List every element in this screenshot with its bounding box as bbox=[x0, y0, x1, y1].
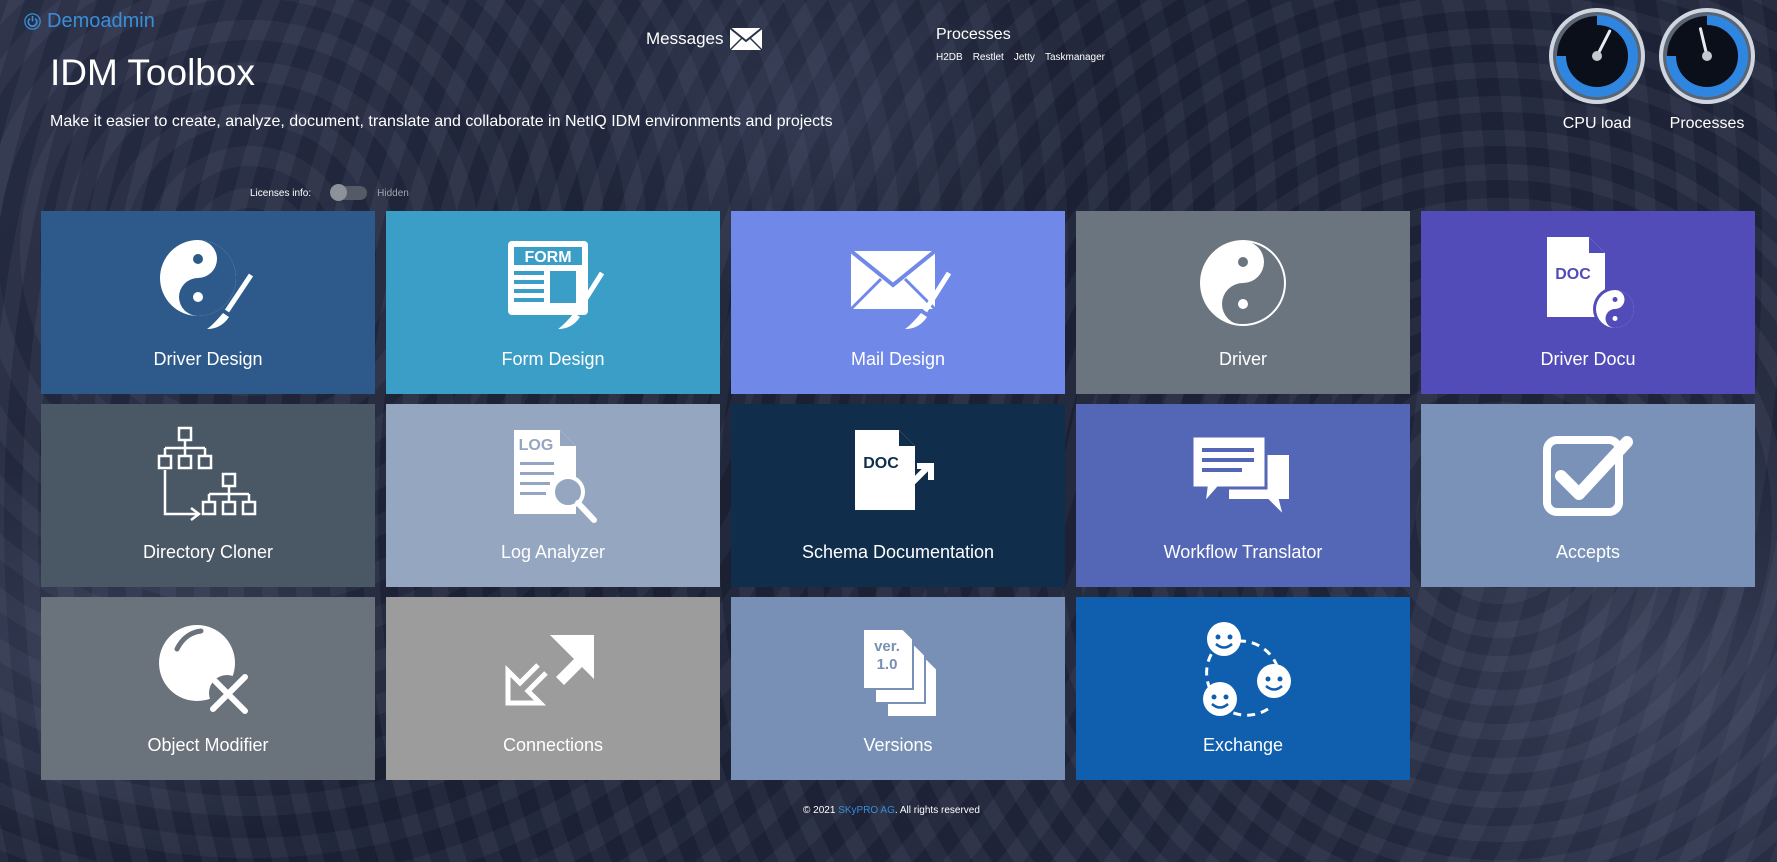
company-link[interactable]: SKyPRO AG bbox=[838, 805, 895, 816]
username[interactable]: Demoadmin bbox=[47, 10, 155, 33]
tile-label: Directory Cloner bbox=[142, 542, 274, 562]
tile-driver-docu[interactable]: DOC Driver Docu bbox=[1421, 211, 1755, 394]
messages-label: Messages bbox=[646, 29, 724, 48]
svg-text:DOC: DOC bbox=[863, 455, 899, 472]
process-link-jetty[interactable]: Jetty bbox=[1014, 52, 1035, 63]
footer: © 2021 SKyPRO AG. All rights reserved bbox=[803, 805, 980, 816]
people-exchange-icon bbox=[1203, 622, 1291, 717]
processes-gauge-label: Processes bbox=[1669, 115, 1745, 132]
processes-panel: Processes H2DB Restlet Jetty Taskmanager bbox=[936, 26, 1105, 63]
chat-bubbles-icon bbox=[1190, 434, 1291, 520]
tile-label: Mail Design bbox=[850, 349, 946, 369]
page-title: IDM Toolbox bbox=[50, 52, 255, 93]
svg-text:DOC: DOC bbox=[1555, 266, 1591, 283]
sphere-tools-icon bbox=[159, 625, 248, 714]
processes-title: Processes bbox=[936, 26, 1011, 43]
envelope-icon bbox=[729, 27, 764, 51]
versions-icon: ver. 1.0 bbox=[862, 628, 938, 718]
tile-schema-documentation[interactable]: DOC Schema Documentation bbox=[731, 404, 1065, 587]
licenses-info: Licenses info: Hidden bbox=[250, 184, 409, 201]
gauge-dial-icon bbox=[1659, 8, 1755, 104]
yin-yang-icon bbox=[1200, 240, 1286, 326]
doc-yin-yang-icon: DOC bbox=[1547, 237, 1637, 331]
tile-mail-design[interactable]: Mail Design bbox=[731, 211, 1065, 394]
gauge-dial-icon bbox=[1549, 8, 1645, 104]
arrows-expand-icon bbox=[505, 635, 594, 706]
tile-object-modifier[interactable]: Object Modifier bbox=[41, 597, 375, 780]
tile-accepts[interactable]: Accepts bbox=[1421, 404, 1755, 587]
svg-text:1.0: 1.0 bbox=[877, 656, 898, 673]
tile-label: Exchange bbox=[1202, 735, 1284, 755]
tile-directory-cloner[interactable]: Directory Cloner bbox=[41, 404, 375, 587]
tile-versions[interactable]: ver. 1.0 Versions bbox=[731, 597, 1065, 780]
licenses-state: Hidden bbox=[377, 187, 409, 199]
tile-label: Driver Docu bbox=[1540, 349, 1636, 369]
tile-label: Versions bbox=[863, 735, 933, 755]
processes-gauge: Processes bbox=[1652, 6, 1762, 133]
tile-label: Schema Documentation bbox=[801, 542, 995, 562]
cpu-load-gauge: CPU load bbox=[1542, 6, 1652, 133]
tile-label: Driver bbox=[1219, 349, 1267, 369]
svg-text:FORM: FORM bbox=[524, 249, 571, 266]
page-subtitle: Make it easier to create, analyze, docum… bbox=[50, 113, 833, 130]
tile-driver-design[interactable]: Driver Design bbox=[41, 211, 375, 394]
svg-text:LOG: LOG bbox=[519, 437, 554, 454]
licenses-label: Licenses info: bbox=[250, 187, 312, 199]
tool-grid: Driver Design FORM Form Design Mail Desi… bbox=[41, 211, 1755, 780]
tile-label: Workflow Translator bbox=[1163, 542, 1323, 562]
doc-export-icon: DOC bbox=[855, 430, 934, 510]
form-brush-icon: FORM bbox=[508, 241, 605, 329]
tile-label: Object Modifier bbox=[147, 735, 269, 755]
tile-connections[interactable]: Connections bbox=[386, 597, 720, 780]
tile-label: Log Analyzer bbox=[500, 542, 606, 562]
tile-workflow-translator[interactable]: Workflow Translator bbox=[1076, 404, 1410, 587]
cpu-load-label: CPU load bbox=[1562, 115, 1632, 132]
tile-label: Driver Design bbox=[153, 349, 263, 369]
tile-form-design[interactable]: FORM Form Design bbox=[386, 211, 720, 394]
tile-label: Connections bbox=[502, 735, 604, 755]
mail-brush-icon bbox=[849, 249, 952, 329]
process-link-h2db[interactable]: H2DB bbox=[936, 52, 963, 63]
tile-label: Accepts bbox=[1555, 542, 1621, 562]
tile-log-analyzer[interactable]: LOG Log Analyzer bbox=[386, 404, 720, 587]
copyright-suffix: . All rights reserved bbox=[894, 805, 980, 816]
log-search-icon: LOG bbox=[514, 430, 597, 523]
process-link-restlet[interactable]: Restlet bbox=[973, 52, 1004, 63]
process-link-taskmanager[interactable]: Taskmanager bbox=[1045, 52, 1105, 63]
svg-text:ver.: ver. bbox=[874, 638, 900, 655]
copyright-prefix: © 2021 bbox=[803, 805, 839, 816]
user-menu[interactable]: Demoadmin bbox=[24, 10, 155, 33]
tile-exchange[interactable]: Exchange bbox=[1076, 597, 1410, 780]
licenses-toggle[interactable] bbox=[330, 184, 368, 201]
tile-driver[interactable]: Driver bbox=[1076, 211, 1410, 394]
checkbox-icon bbox=[1543, 436, 1633, 516]
power-icon[interactable] bbox=[24, 13, 41, 30]
tree-clone-icon bbox=[157, 426, 257, 521]
messages-button[interactable]: Messages bbox=[646, 27, 764, 51]
yin-yang-brush-icon bbox=[160, 240, 254, 329]
tile-label: Form Design bbox=[501, 349, 605, 369]
